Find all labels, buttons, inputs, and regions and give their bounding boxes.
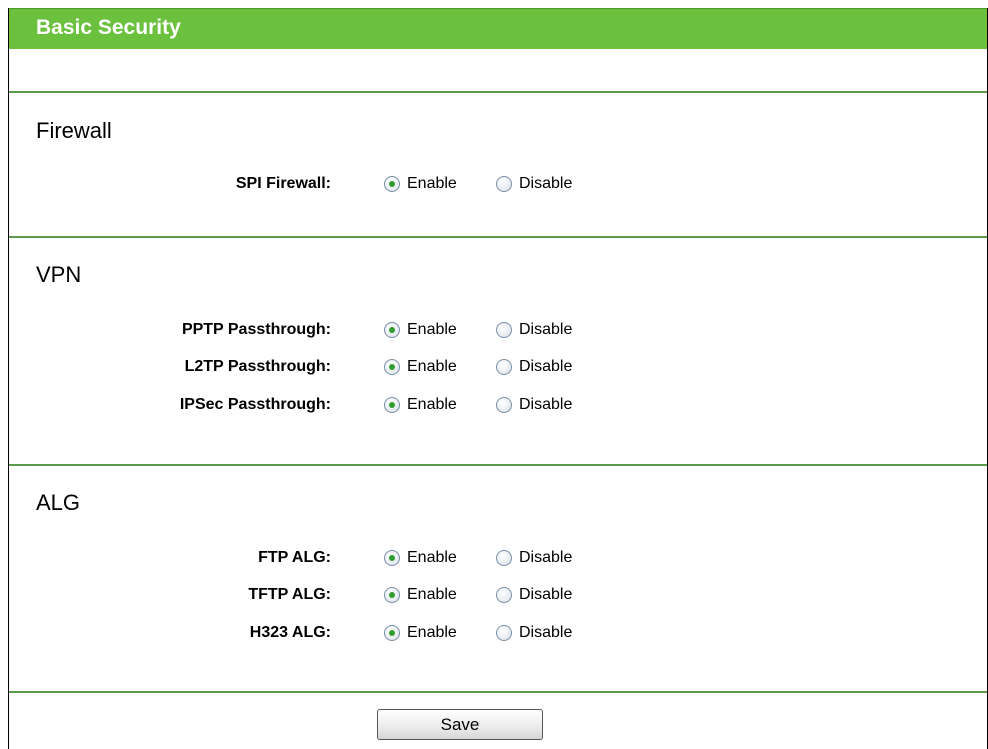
row-pptp-passthrough: PPTP Passthrough: Enable Disable	[9, 319, 987, 343]
option-label-enable: Enable	[407, 624, 457, 641]
ipsec-enable-radio[interactable]	[384, 397, 400, 413]
option-label-enable: Enable	[407, 358, 457, 375]
title-bar: Basic Security	[9, 8, 987, 49]
section-title-vpn: VPN	[36, 262, 82, 287]
row-label: H323 ALG:	[249, 624, 331, 641]
pptp-disable-radio[interactable]	[496, 322, 512, 338]
l2tp-disable-radio[interactable]	[496, 359, 512, 375]
option-label-disable: Disable	[519, 175, 573, 192]
option-label-enable: Enable	[407, 175, 457, 192]
ipsec-disable-radio[interactable]	[496, 397, 512, 413]
option-label-enable: Enable	[407, 586, 457, 603]
option-label-disable: Disable	[519, 396, 573, 413]
spi-firewall-enable-radio[interactable]	[384, 176, 400, 192]
option-label-enable: Enable	[407, 396, 457, 413]
divider	[9, 464, 987, 466]
h323-alg-enable-radio[interactable]	[384, 625, 400, 641]
option-label-disable: Disable	[519, 586, 573, 603]
option-label-enable: Enable	[407, 321, 457, 338]
divider	[9, 236, 987, 238]
tftp-alg-enable-radio[interactable]	[384, 587, 400, 603]
spi-firewall-disable-radio[interactable]	[496, 176, 512, 192]
row-label: TFTP ALG:	[248, 586, 331, 603]
row-spi-firewall: SPI Firewall: Enable Disable	[9, 173, 987, 197]
row-ftp-alg: FTP ALG: Enable Disable	[9, 547, 987, 571]
option-label-enable: Enable	[407, 549, 457, 566]
row-label: FTP ALG:	[258, 549, 331, 566]
row-tftp-alg: TFTP ALG: Enable Disable	[9, 584, 987, 608]
divider	[9, 91, 987, 93]
divider	[9, 691, 987, 693]
option-label-disable: Disable	[519, 549, 573, 566]
save-button[interactable]: Save	[377, 709, 543, 740]
row-label: SPI Firewall:	[235, 175, 331, 192]
page-title: Basic Security	[36, 16, 181, 39]
section-title-firewall: Firewall	[36, 118, 112, 143]
row-ipsec-passthrough: IPSec Passthrough: Enable Disable	[9, 394, 987, 418]
pptp-enable-radio[interactable]	[384, 322, 400, 338]
tftp-alg-disable-radio[interactable]	[496, 587, 512, 603]
basic-security-panel: Basic Security Firewall SPI Firewall: En…	[8, 8, 988, 749]
h323-alg-disable-radio[interactable]	[496, 625, 512, 641]
row-l2tp-passthrough: L2TP Passthrough: Enable Disable	[9, 356, 987, 380]
option-label-disable: Disable	[519, 624, 573, 641]
row-label: L2TP Passthrough:	[184, 358, 331, 375]
ftp-alg-enable-radio[interactable]	[384, 550, 400, 566]
option-label-disable: Disable	[519, 358, 573, 375]
ftp-alg-disable-radio[interactable]	[496, 550, 512, 566]
l2tp-enable-radio[interactable]	[384, 359, 400, 375]
row-label: PPTP Passthrough:	[181, 321, 331, 338]
row-label: IPSec Passthrough:	[179, 396, 331, 413]
option-label-disable: Disable	[519, 321, 573, 338]
section-title-alg: ALG	[36, 490, 81, 515]
row-h323-alg: H323 ALG: Enable Disable	[9, 622, 987, 646]
